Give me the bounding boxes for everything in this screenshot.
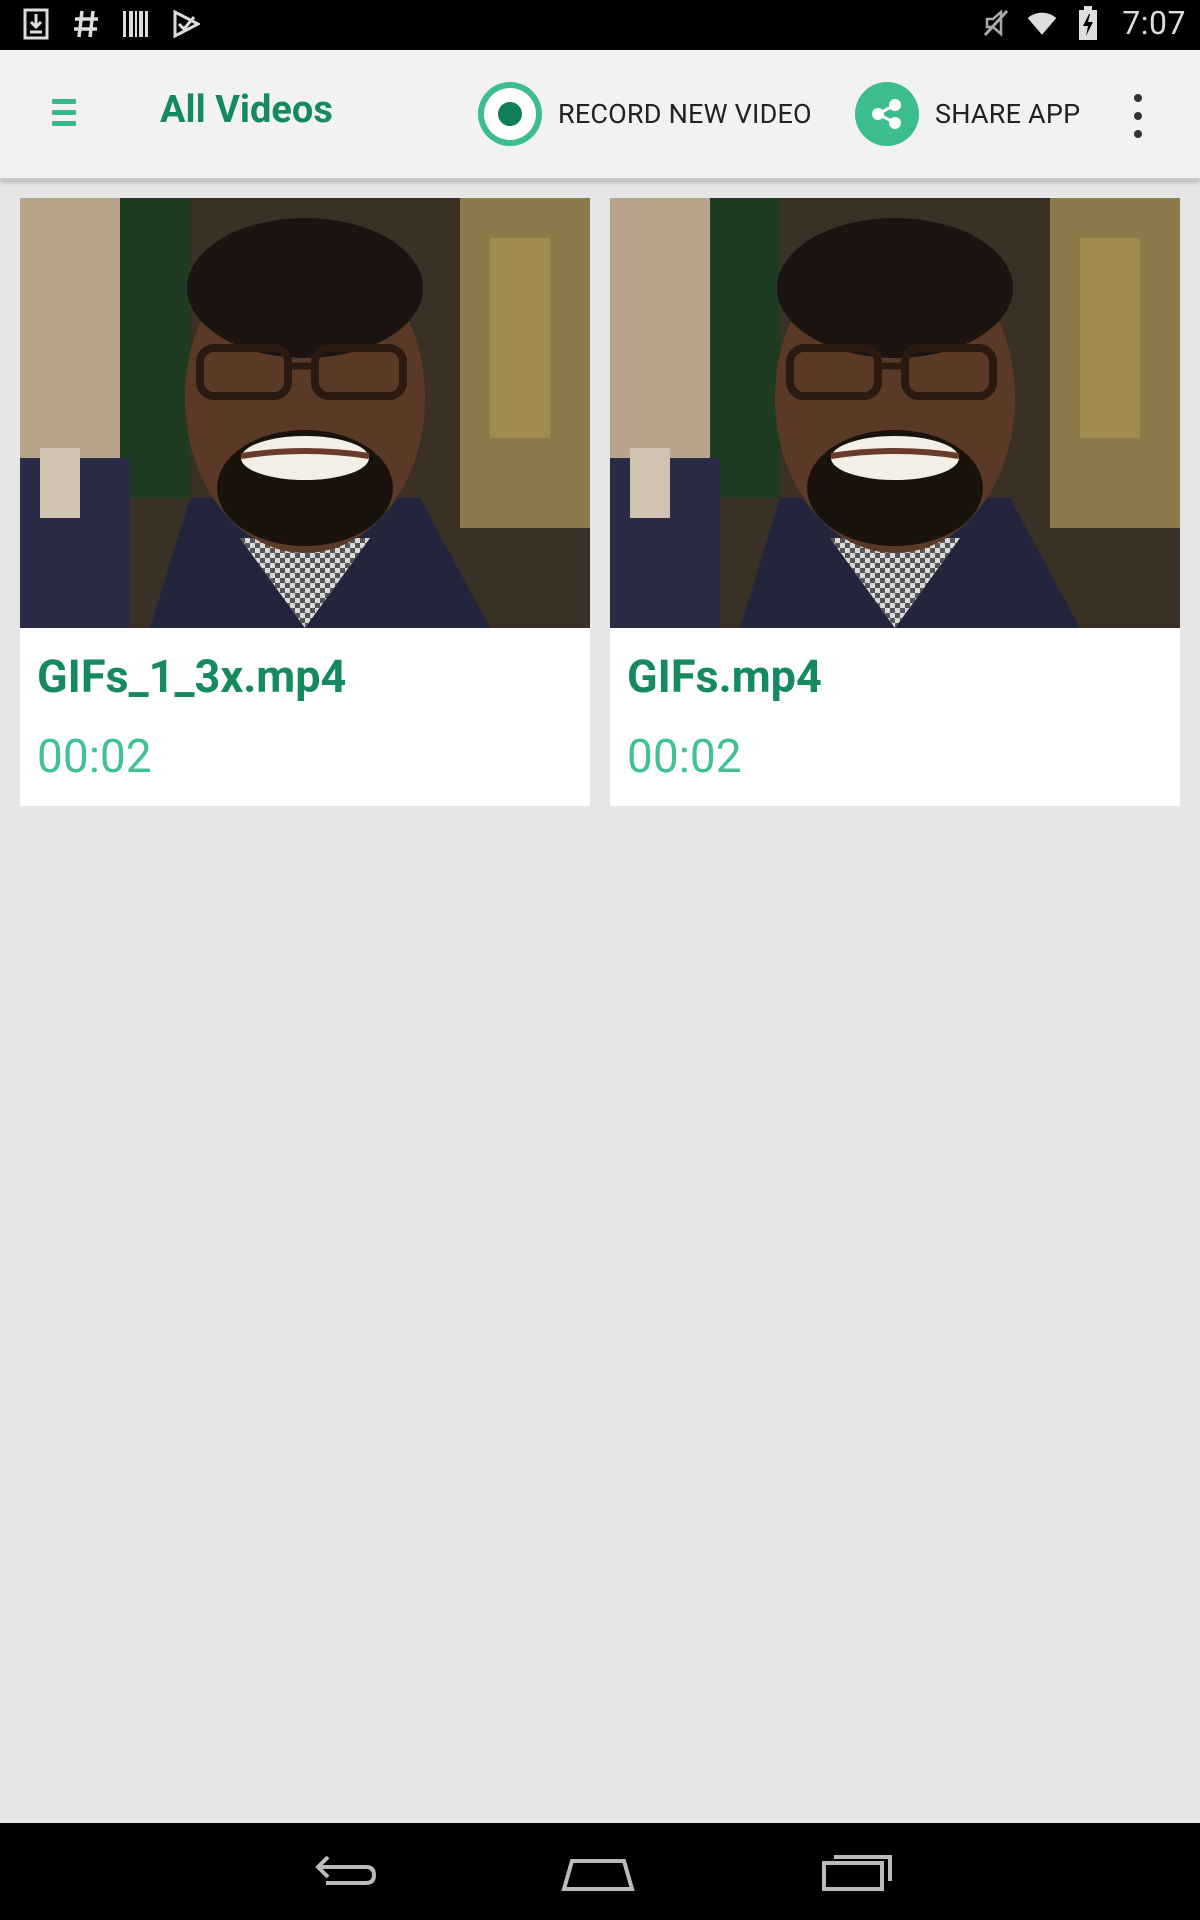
home-icon[interactable] [558, 1845, 638, 1901]
battery-charging-icon [1072, 5, 1104, 41]
record-new-video-button[interactable]: RECORD NEW VIDEO [478, 80, 812, 148]
record-new-video-label: RECORD NEW VIDEO [558, 98, 812, 130]
navigation-bar [0, 1823, 1200, 1920]
checkmark-icon [170, 6, 202, 42]
record-icon [478, 82, 542, 146]
video-duration: 00:02 [37, 730, 152, 784]
recent-apps-icon[interactable] [818, 1845, 898, 1901]
video-thumbnail [610, 198, 1180, 628]
video-card[interactable]: GIFs.mp4 00:02 [610, 198, 1180, 806]
hashtag-icon [70, 6, 102, 42]
video-duration: 00:02 [627, 730, 742, 784]
wifi-icon [1026, 5, 1058, 41]
status-bar: 7:07 [0, 0, 1200, 50]
back-icon[interactable] [302, 1845, 382, 1901]
share-app-label: SHARE APP [935, 98, 1081, 130]
download-icon [20, 6, 52, 42]
video-card[interactable]: GIFs_1_3x.mp4 00:02 [20, 198, 590, 806]
overflow-menu-icon[interactable] [1124, 94, 1152, 138]
share-app-button[interactable]: SHARE APP [855, 80, 1080, 148]
share-icon [855, 82, 919, 146]
clock: 7:07 [1122, 4, 1186, 42]
mute-icon [980, 5, 1012, 41]
barcode-icon [120, 6, 152, 42]
video-name: GIFs_1_3x.mp4 [37, 650, 347, 703]
action-bar: All Videos RECORD NEW VIDEO SHARE APP [0, 50, 1200, 180]
video-name: GIFs.mp4 [627, 650, 822, 703]
hamburger-menu-icon[interactable] [52, 99, 78, 131]
page-title: All Videos [160, 88, 333, 132]
video-thumbnail [20, 198, 590, 628]
